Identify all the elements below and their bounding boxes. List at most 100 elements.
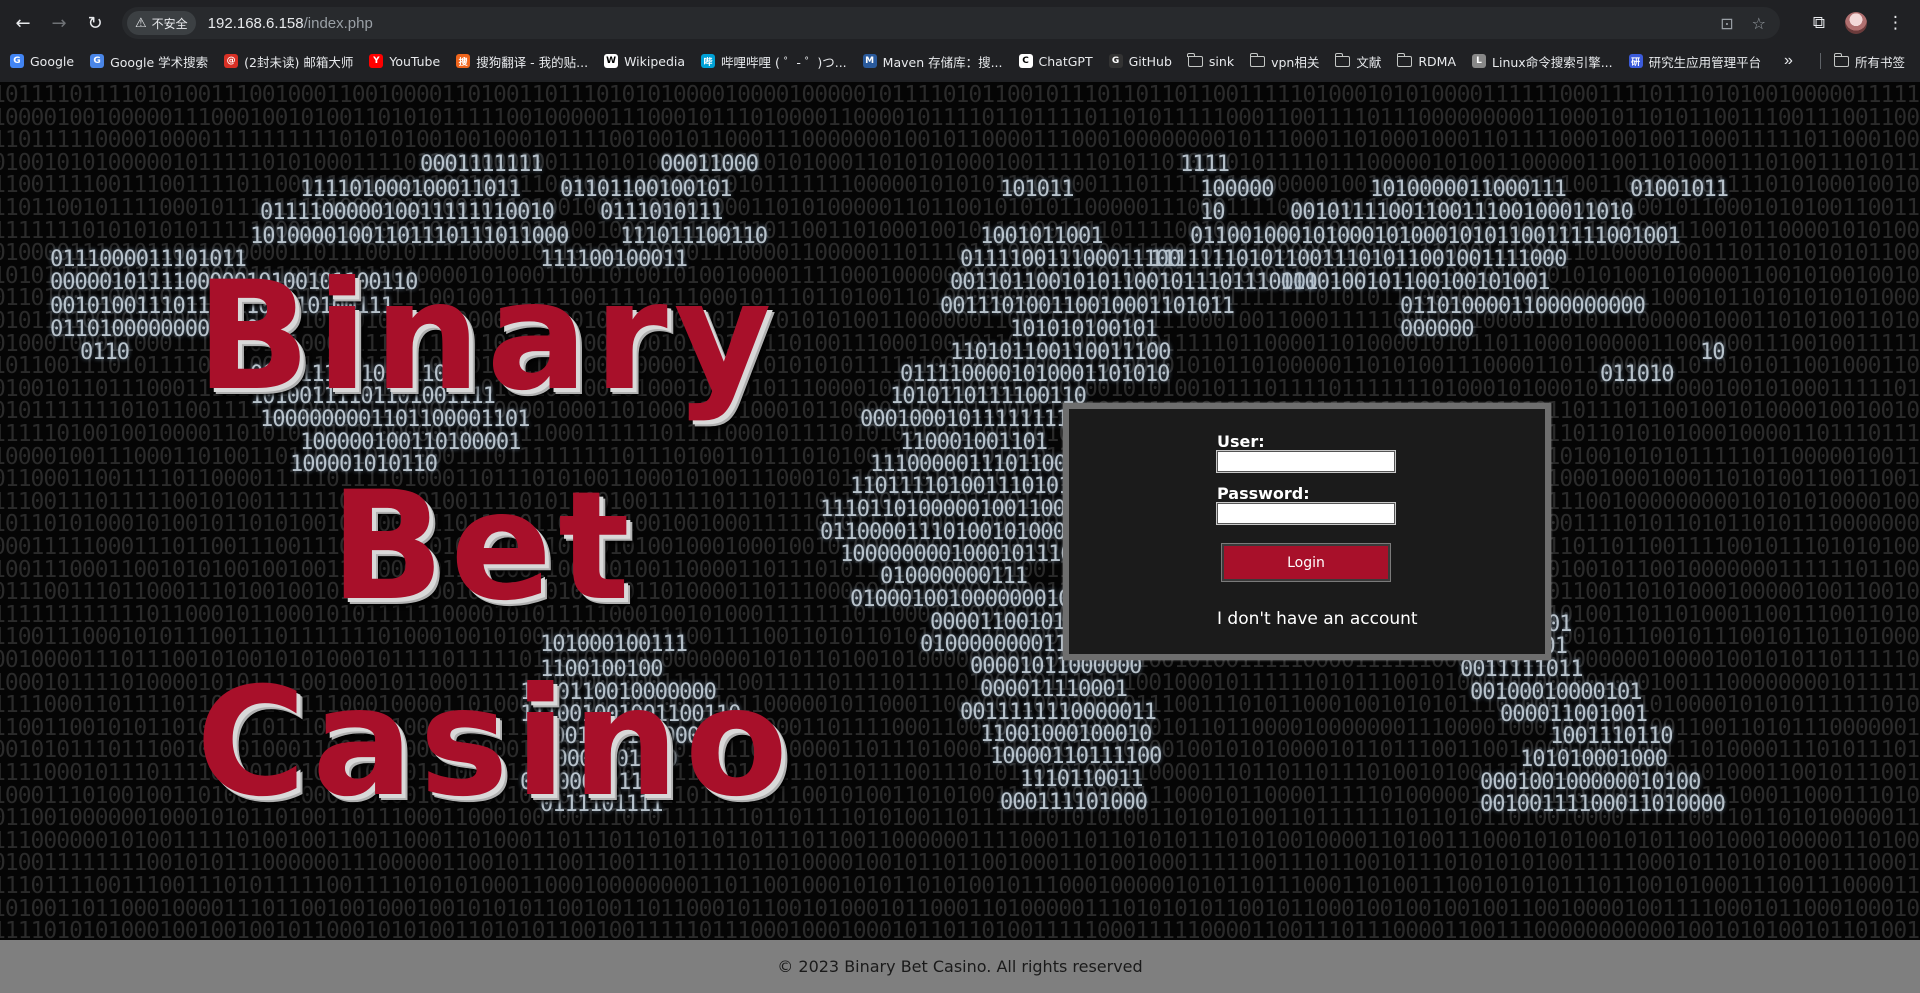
bookmark-label: vpn相关 xyxy=(1271,54,1320,70)
profile-avatar[interactable] xyxy=(1845,12,1867,34)
map-binary-cluster: 011110011100011100 xyxy=(960,247,1181,272)
bookmark-item[interactable]: Y YouTube xyxy=(369,54,440,69)
browser-toolbar: ← → ↻ ⚠ 不安全 192.168.6.158/index.php ⊡ ☆ … xyxy=(0,0,1920,46)
security-chip[interactable]: ⚠ 不安全 xyxy=(127,11,196,35)
youtube-icon: Y xyxy=(369,54,384,68)
github-icon: G xyxy=(1108,54,1123,68)
bookmark-item[interactable]: G GitHub xyxy=(1108,53,1172,69)
bookmark-item[interactable]: sink xyxy=(1187,52,1234,69)
footer: © 2023 Binary Bet Casino. All rights res… xyxy=(0,940,1920,993)
map-binary-cluster: 111101000100011011 xyxy=(300,177,521,202)
extensions-icon[interactable]: ⧉ xyxy=(1813,13,1825,33)
map-binary-cluster: 1110110011 xyxy=(1020,767,1143,792)
map-binary-cluster: 1001110110 xyxy=(1550,724,1673,749)
map-binary-cluster: 100000 xyxy=(1200,177,1274,202)
bookmark-item[interactable]: 搜搜狗翻译 - 我的贴... xyxy=(456,52,588,71)
map-binary-cluster: 001110100110010001101011 xyxy=(940,294,1235,319)
bookmark-label: RDMA xyxy=(1418,53,1457,69)
bookmark-item[interactable]: G Google 学术搜索 xyxy=(90,52,208,71)
bookmark-label: Maven 存储库：搜... xyxy=(882,54,1003,70)
user-input[interactable] xyxy=(1216,450,1396,473)
linux-icon: L xyxy=(1472,54,1487,68)
bookmark-item[interactable]: 文献 xyxy=(1334,52,1381,71)
all-bookmarks-label: 所有书签 xyxy=(1855,54,1906,70)
url-host: 192.168.6.158 xyxy=(207,14,304,32)
back-arrow-icon[interactable]: ← xyxy=(8,8,38,38)
map-binary-cluster: 101010100101 xyxy=(1010,317,1158,342)
url-text[interactable]: 192.168.6.158/index.php xyxy=(208,15,373,32)
sogou-icon: 搜 xyxy=(456,54,471,68)
bookmark-label: (2封未读) 邮箱大师 xyxy=(244,54,354,70)
bookmark-item[interactable]: M Maven 存储库：搜... xyxy=(862,52,1003,71)
map-binary-cluster: 1010000011000111 xyxy=(1370,177,1567,202)
map-binary-cluster: 111011100110 xyxy=(620,224,768,249)
bookmark-label: Linux命令搜索引擎... xyxy=(1492,54,1613,70)
menu-kebab-icon[interactable]: ⋮ xyxy=(1887,13,1904,33)
bilibili-icon: 哔 xyxy=(701,54,716,68)
map-binary-cluster: 0111010111 xyxy=(600,200,723,225)
mail-master-icon: @ xyxy=(224,54,239,68)
folder-icon xyxy=(1833,52,1849,67)
map-binary-cluster: 01101100100101 xyxy=(560,177,732,202)
bookmark-label: 哔哩哔哩 ( ゜- ゜)つ... xyxy=(721,54,847,70)
bookmark-item[interactable]: L Linux命令搜索引擎... xyxy=(1472,52,1613,71)
bookmark-item[interactable]: G Google xyxy=(10,54,74,69)
folder-icon xyxy=(1396,52,1413,67)
bookmark-item[interactable]: @ (2封未读) 邮箱大师 xyxy=(224,52,353,71)
map-binary-cluster: 01101000011000000000 xyxy=(1400,294,1646,319)
reload-icon[interactable]: ↻ xyxy=(80,8,110,38)
map-binary-cluster: 00100111100011010000 xyxy=(1480,792,1726,817)
page-content: 1011110111101010011100100011001000011010… xyxy=(0,82,1920,993)
user-label: User: xyxy=(1217,432,1265,451)
bookmark-label: YouTube xyxy=(389,53,441,69)
bookmark-label: ChatGPT xyxy=(1038,53,1093,69)
map-binary-cluster: 1111 xyxy=(1180,152,1230,177)
map-binary-cluster: 10 xyxy=(1200,200,1225,225)
bookmark-item[interactable]: 哔哔哩哔哩 ( ゜- ゜)つ... xyxy=(701,52,847,71)
map-binary-cluster: 000011110001 xyxy=(980,677,1128,702)
scholar-icon: G xyxy=(90,54,105,68)
password-input[interactable] xyxy=(1216,502,1396,525)
map-binary-cluster: 000111101000 xyxy=(1000,790,1148,815)
login-button[interactable]: Login xyxy=(1221,543,1391,582)
password-label: Password: xyxy=(1217,484,1310,503)
security-label: 不安全 xyxy=(151,16,188,31)
map-binary-cluster: 10000110111100 xyxy=(990,744,1162,769)
map-binary-cluster: 000000 xyxy=(1400,317,1474,342)
map-binary-cluster: 1100100101100100101001 xyxy=(1280,270,1550,295)
map-binary-cluster: 101000100111 xyxy=(540,632,688,657)
chatgpt-icon: C xyxy=(1018,54,1033,68)
all-bookmarks-button[interactable]: 所有书签 xyxy=(1833,46,1906,76)
hero-title-binary: Binary xyxy=(196,250,778,424)
google-icon: G xyxy=(10,54,24,68)
hero-title-bet: Bet xyxy=(330,460,636,634)
map-binary-cluster: 1111111010110011101011001001111000 xyxy=(1150,247,1567,272)
bookmark-item[interactable]: W Wikipedia xyxy=(604,54,685,69)
bookmark-star-icon[interactable]: ☆ xyxy=(1752,14,1766,33)
address-bar[interactable]: ⚠ 不安全 192.168.6.158/index.php ⊡ ☆ xyxy=(122,7,1780,39)
bookmark-label: 研究生应用管理平台 xyxy=(1648,54,1762,70)
bookmark-item[interactable]: RDMA xyxy=(1396,52,1457,69)
folder-icon xyxy=(1334,52,1351,67)
folder-icon xyxy=(1187,52,1203,67)
bookmark-item[interactable]: C ChatGPT xyxy=(1018,53,1093,69)
bookmark-label: GitHub xyxy=(1128,53,1172,69)
bookmark-item[interactable]: 研研究生应用管理平台 xyxy=(1628,52,1762,71)
no-account-link[interactable]: I don't have an account xyxy=(1217,609,1418,629)
translate-icon[interactable]: ⊡ xyxy=(1720,14,1733,33)
map-binary-cluster: 10 xyxy=(1700,340,1725,365)
map-binary-cluster: 0010111100110011100100011010 xyxy=(1290,200,1634,225)
map-binary-cluster: 0110010001010001010001010110011111001001 xyxy=(1190,224,1681,249)
map-binary-cluster: 0001111111 xyxy=(420,152,543,177)
warning-icon: ⚠ xyxy=(135,15,147,31)
footer-copyright: © 2023 Binary Bet Casino. All rights res… xyxy=(777,957,1143,976)
map-binary-cluster: 011110000010011111110010 xyxy=(260,200,555,225)
bookmark-item[interactable]: vpn相关 xyxy=(1249,52,1320,71)
bookmark-label: Google xyxy=(30,53,75,69)
forward-arrow-icon[interactable]: → xyxy=(44,8,74,38)
bookmarks-overflow-icon[interactable]: » xyxy=(1784,46,1793,76)
wikipedia-icon: W xyxy=(604,54,619,68)
university-icon: 研 xyxy=(1628,54,1643,68)
login-form: User: Password: Login I don't have an ac… xyxy=(1063,403,1551,660)
map-binary-cluster: 011010 xyxy=(1600,362,1674,387)
